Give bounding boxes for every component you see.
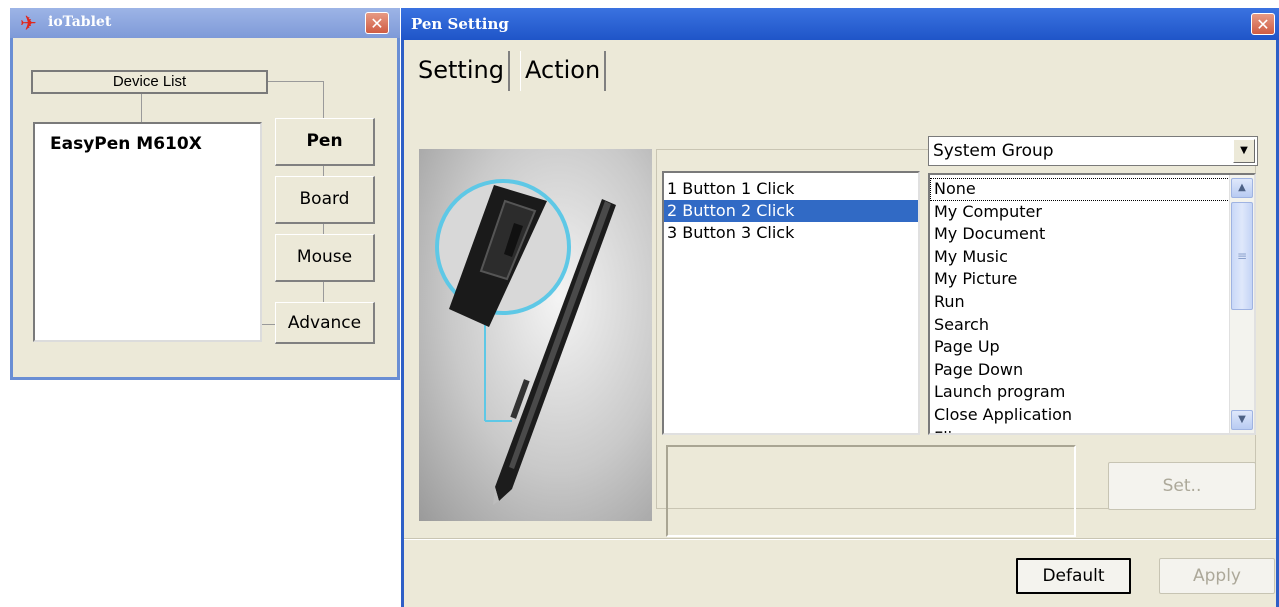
group-select-value: System Group bbox=[933, 141, 1054, 161]
list-item[interactable]: Search bbox=[930, 314, 1230, 337]
list-item[interactable]: My Document bbox=[930, 223, 1230, 246]
mouse-button[interactable]: Mouse bbox=[275, 234, 375, 282]
tab-action[interactable]: Action bbox=[520, 51, 607, 91]
action-list-scrollbar[interactable]: ▲ ≡ ▼ bbox=[1229, 175, 1254, 433]
iotablet-window: ✈ ioTablet ✕ Device List EasyPen M610X P… bbox=[10, 8, 400, 380]
pen-setting-titlebar[interactable]: Pen Setting ✕ bbox=[401, 8, 1279, 40]
connector-line bbox=[323, 81, 324, 118]
connector-line bbox=[268, 81, 323, 82]
connector-line bbox=[323, 282, 324, 302]
list-item[interactable]: My Music bbox=[930, 246, 1230, 269]
tab-setting[interactable]: Setting bbox=[414, 51, 510, 91]
list-item[interactable]: Page Up bbox=[930, 336, 1230, 359]
apply-button[interactable]: Apply bbox=[1159, 558, 1275, 594]
list-item[interactable]: None bbox=[930, 178, 1230, 201]
iotablet-titlebar[interactable]: ✈ ioTablet ✕ bbox=[10, 8, 400, 38]
list-item[interactable]: Fli bbox=[930, 427, 1230, 433]
list-item[interactable]: My Picture bbox=[930, 268, 1230, 291]
pen-illustration-graphic bbox=[435, 179, 616, 505]
list-item[interactable]: 1 Button 1 Click bbox=[664, 178, 918, 200]
connector-line bbox=[262, 324, 275, 325]
list-item[interactable]: Page Down bbox=[930, 359, 1230, 382]
device-list-label: Device List bbox=[31, 70, 268, 94]
default-button[interactable]: Default bbox=[1016, 558, 1131, 594]
action-listbox[interactable]: None My Computer My Document My Music My… bbox=[928, 173, 1256, 435]
action-description-box bbox=[666, 445, 1076, 537]
set-button[interactable]: Set.. bbox=[1108, 462, 1256, 510]
list-item[interactable]: Launch program bbox=[930, 381, 1230, 404]
advance-button[interactable]: Advance bbox=[275, 302, 375, 344]
pen-button[interactable]: Pen bbox=[275, 118, 375, 166]
board-button[interactable]: Board bbox=[275, 176, 375, 224]
divider bbox=[404, 538, 1276, 540]
pen-setting-title: Pen Setting bbox=[411, 15, 509, 33]
scroll-up-icon[interactable]: ▲ bbox=[1231, 178, 1253, 198]
close-icon[interactable]: ✕ bbox=[1251, 13, 1275, 35]
device-item[interactable]: EasyPen M610X bbox=[50, 134, 202, 154]
scrollbar-thumb[interactable]: ≡ bbox=[1231, 202, 1253, 310]
device-listbox[interactable]: EasyPen M610X bbox=[33, 122, 262, 342]
pen-illustration bbox=[419, 149, 652, 521]
close-icon[interactable]: ✕ bbox=[365, 12, 389, 34]
list-item[interactable]: 3 Button 3 Click bbox=[664, 222, 918, 244]
connector-line bbox=[323, 224, 324, 234]
list-item-selected[interactable]: 2 Button 2 Click bbox=[664, 200, 918, 222]
iotablet-title: ioTablet bbox=[48, 14, 112, 30]
group-select[interactable]: System Group ▼ bbox=[928, 136, 1258, 166]
connector-line bbox=[141, 94, 142, 122]
tablet-pen-logo-icon: ✈ bbox=[20, 11, 37, 35]
scroll-down-icon[interactable]: ▼ bbox=[1231, 410, 1253, 430]
list-item[interactable]: My Computer bbox=[930, 201, 1230, 224]
connector-line bbox=[323, 166, 324, 176]
list-item[interactable]: Run bbox=[930, 291, 1230, 314]
chevron-down-icon[interactable]: ▼ bbox=[1233, 139, 1255, 163]
pen-setting-window: Pen Setting ✕ Setting Action 1 Button 1 … bbox=[401, 8, 1279, 607]
pen-button-list[interactable]: 1 Button 1 Click 2 Button 2 Click 3 Butt… bbox=[662, 171, 920, 435]
list-item[interactable]: Close Application bbox=[930, 404, 1230, 427]
